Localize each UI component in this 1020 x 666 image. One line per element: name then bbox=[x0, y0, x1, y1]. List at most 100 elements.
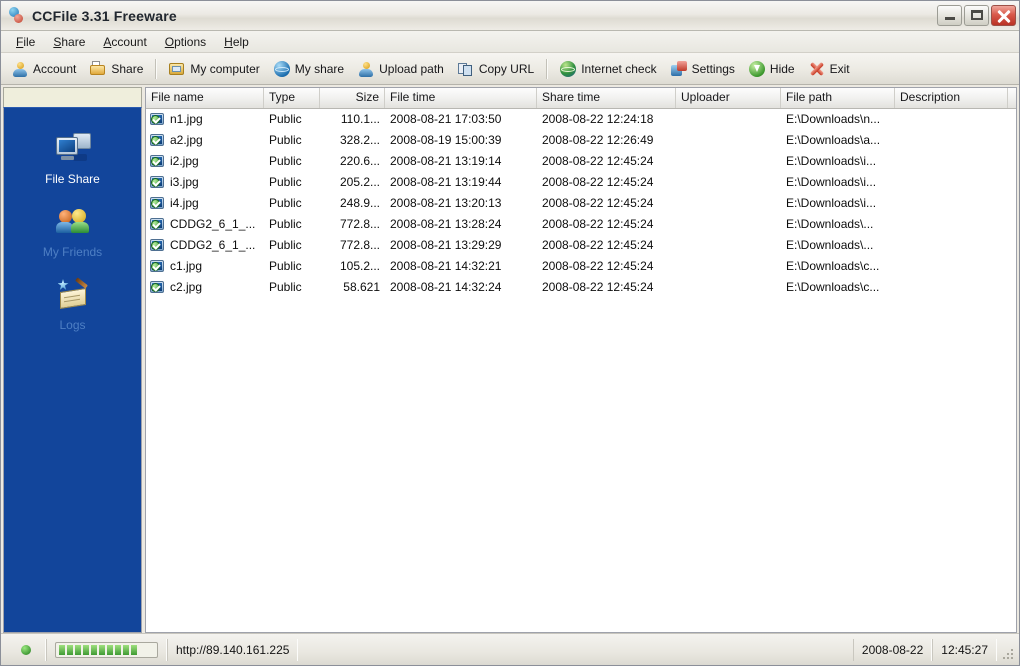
cell-description bbox=[895, 256, 1008, 277]
table-row[interactable]: CDDG2_6_1_... Public 772.8... 2008-08-21 13… bbox=[146, 235, 1016, 256]
cell-type: Public bbox=[269, 196, 302, 210]
table-row[interactable]: n1.jpg Public 110.1... 2008-08-21 17:03:50 2… bbox=[146, 109, 1016, 130]
cell-file-path: E:\Downloads\c... bbox=[786, 280, 880, 294]
server-url-pane[interactable]: http://89.140.161.225 bbox=[167, 638, 299, 661]
sidebar-item-file-share[interactable]: File Share bbox=[4, 126, 141, 195]
shared-file-icon bbox=[150, 133, 165, 148]
cell-share-time: 2008-08-22 12:45:24 bbox=[542, 280, 654, 294]
cell-name: c2.jpg bbox=[146, 277, 264, 298]
server-url-label: http://89.140.161.225 bbox=[176, 642, 290, 657]
sidebar-item-my-friends-label: My Friends bbox=[42, 245, 103, 259]
cell-uploader bbox=[676, 256, 781, 277]
toolbar-internet-check-button[interactable]: Internet check bbox=[553, 59, 663, 79]
cell-file-path: E:\Downloads\c... bbox=[786, 259, 880, 273]
share-envelope-icon bbox=[90, 60, 106, 77]
cell-name-label: i4.jpg bbox=[170, 196, 199, 210]
close-button[interactable] bbox=[991, 5, 1016, 26]
cell-file-path: E:\Downloads\a... bbox=[786, 133, 881, 147]
meter-block bbox=[99, 644, 105, 655]
column-header-uploader[interactable]: Uploader bbox=[676, 88, 781, 108]
meter-block bbox=[107, 644, 113, 655]
cell-share-time: 2008-08-22 12:45:24 bbox=[542, 175, 654, 189]
toolbar-upload-path-button[interactable]: Upload path bbox=[351, 59, 451, 79]
resize-grip-icon[interactable] bbox=[1001, 647, 1015, 661]
status-time-label: 12:45:27 bbox=[941, 642, 988, 657]
cell-file-path: E:\Downloads\... bbox=[786, 238, 874, 252]
shared-file-icon bbox=[150, 112, 165, 127]
toolbar-exit-button[interactable]: Exit bbox=[802, 59, 857, 79]
column-header-type[interactable]: Type bbox=[264, 88, 320, 108]
sidebar-container: File Share My Friends Logs bbox=[3, 87, 142, 633]
menu-file[interactable]: File bbox=[7, 33, 44, 51]
table-row[interactable]: i4.jpg Public 248.9... 2008-08-21 13:20:13 2… bbox=[146, 193, 1016, 214]
sidebar-item-my-friends[interactable]: My Friends bbox=[4, 199, 141, 268]
cell-type: Public bbox=[269, 259, 302, 273]
table-row[interactable]: c2.jpg Public 58.621 2008-08-21 14:32:24 200… bbox=[146, 277, 1016, 298]
cell-uploader bbox=[676, 193, 781, 214]
toolbar-account-button[interactable]: Account bbox=[5, 59, 83, 79]
hide-arrow-icon bbox=[748, 60, 765, 77]
toolbar-hide-button[interactable]: Hide bbox=[742, 59, 802, 79]
cell-name: i3.jpg bbox=[146, 172, 264, 193]
logs-icon bbox=[55, 277, 91, 311]
file-list-header: File name Type Size File time Share time Uplo… bbox=[146, 88, 1016, 109]
cell-file-time: 2008-08-21 13:20:13 bbox=[390, 196, 502, 210]
toolbar-internet-check-label: Internet check bbox=[581, 61, 657, 76]
cell-uploader bbox=[676, 277, 781, 298]
column-header-share-time[interactable]: Share time bbox=[537, 88, 676, 108]
cell-file-time: 2008-08-21 17:03:50 bbox=[390, 112, 502, 126]
status-bar: http://89.140.161.225 2008-08-22 12:45:2… bbox=[1, 633, 1019, 665]
maximize-button[interactable] bbox=[964, 5, 989, 26]
navigation-sidebar: File Share My Friends Logs bbox=[3, 107, 142, 633]
toolbar-copy-url-button[interactable]: Copy URL bbox=[451, 59, 541, 79]
toolbar-share-button[interactable]: Share bbox=[83, 59, 150, 79]
settings-gear-icon bbox=[670, 60, 687, 77]
menu-bar: File Share Account Options Help bbox=[1, 31, 1019, 53]
toolbar-settings-button[interactable]: Settings bbox=[664, 59, 742, 79]
status-date-label: 2008-08-22 bbox=[861, 642, 924, 657]
sidebar-item-logs[interactable]: Logs bbox=[4, 272, 141, 341]
menu-help-rest: elp bbox=[232, 34, 249, 49]
menu-share[interactable]: Share bbox=[44, 33, 94, 51]
cell-type: Public bbox=[269, 154, 302, 168]
column-header-file-path[interactable]: File path bbox=[781, 88, 895, 108]
copy-pages-icon bbox=[457, 61, 474, 77]
my-share-globe-icon bbox=[273, 60, 290, 77]
internet-globe-icon bbox=[560, 60, 577, 77]
column-header-size[interactable]: Size bbox=[320, 88, 385, 108]
cell-file-time: 2008-08-19 15:00:39 bbox=[390, 133, 502, 147]
toolbar-my-computer-button[interactable]: My computer bbox=[162, 59, 266, 79]
minimize-button[interactable] bbox=[937, 5, 962, 26]
menu-options[interactable]: Options bbox=[156, 33, 215, 51]
toolbar-settings-label: Settings bbox=[691, 61, 735, 76]
window-controls bbox=[937, 5, 1016, 26]
cell-description bbox=[895, 109, 1008, 130]
cell-size: 58.621 bbox=[343, 280, 380, 294]
table-row[interactable]: i2.jpg Public 220.6... 2008-08-21 13:19:14 2… bbox=[146, 151, 1016, 172]
table-row[interactable]: a2.jpg Public 328.2... 2008-08-19 15:00:39 2… bbox=[146, 130, 1016, 151]
toolbar-my-share-button[interactable]: My share bbox=[267, 59, 351, 79]
column-header-file-name[interactable]: File name bbox=[146, 88, 264, 108]
status-date-pane: 2008-08-22 bbox=[852, 638, 933, 661]
meter-block bbox=[115, 644, 121, 655]
toolbar-account-label: Account bbox=[33, 61, 77, 76]
table-row[interactable]: CDDG2_6_1_... Public 772.8... 2008-08-21 13… bbox=[146, 214, 1016, 235]
cell-description bbox=[895, 214, 1008, 235]
connection-status-icon bbox=[21, 644, 31, 655]
cell-name: c1.jpg bbox=[146, 256, 264, 277]
table-row[interactable]: i3.jpg Public 205.2... 2008-08-21 13:19:44 2… bbox=[146, 172, 1016, 193]
column-header-description[interactable]: Description bbox=[895, 88, 1008, 108]
menu-help[interactable]: Help bbox=[215, 33, 258, 51]
column-header-file-time[interactable]: File time bbox=[385, 88, 537, 108]
file-list-body[interactable]: n1.jpg Public 110.1... 2008-08-21 17:03:50 2… bbox=[146, 109, 1016, 632]
meter-block bbox=[83, 644, 89, 655]
cell-uploader bbox=[676, 235, 781, 256]
menu-options-rest: ptions bbox=[174, 34, 207, 49]
shared-file-icon bbox=[150, 217, 165, 232]
cell-description bbox=[895, 151, 1008, 172]
ccfile-window: CCFile 3.31 Freeware File Share Account … bbox=[0, 0, 1020, 666]
cell-share-time: 2008-08-22 12:24:18 bbox=[542, 112, 654, 126]
menu-account[interactable]: Account bbox=[94, 33, 155, 51]
cell-type: Public bbox=[269, 175, 302, 189]
table-row[interactable]: c1.jpg Public 105.2... 2008-08-21 14:32:21 2… bbox=[146, 256, 1016, 277]
